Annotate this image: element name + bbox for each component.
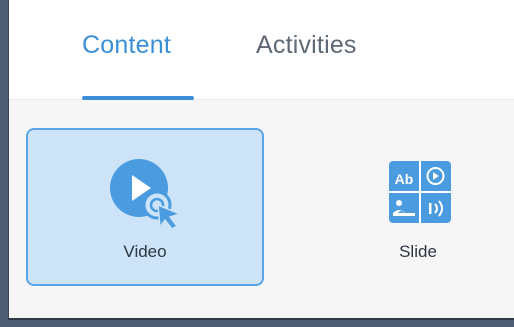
video-tile[interactable]: Video [26,128,264,286]
tab-content[interactable]: Content [82,31,171,60]
slide-icon-text: Ab [395,171,414,187]
content-type-grid: Video Ab Slide [9,100,514,318]
slide-icon: Ab [387,158,453,228]
slide-tile[interactable]: Ab Slide [299,128,514,286]
content-panel: Content Activities Video Ab Slide [8,0,514,320]
tab-bar: Content Activities [9,0,514,100]
window-frame: Content Activities Video Ab Slide [0,0,514,327]
video-play-icon [108,158,190,230]
slide-tile-label: Slide [399,242,437,261]
video-tile-label: Video [123,242,167,261]
tab-activities[interactable]: Activities [256,31,357,60]
